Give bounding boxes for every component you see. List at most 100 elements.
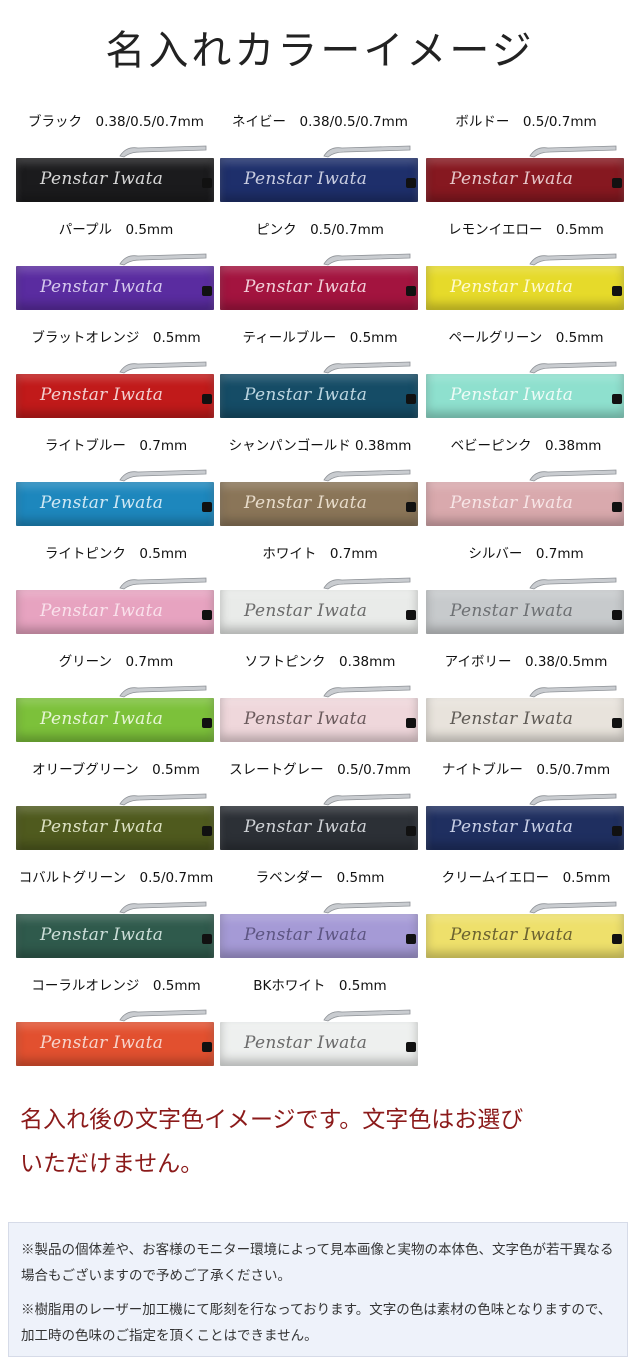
color-label: ペールグリーン 0.5mm <box>448 330 604 346</box>
pen-clip <box>529 793 617 806</box>
color-swatch: ライトブルー 0.7mm Penstar Iwata <box>16 434 216 532</box>
engraving-text: Penstar Iwata <box>450 169 574 189</box>
pen-clip <box>119 793 207 806</box>
pen-clip <box>323 577 411 590</box>
color-label: ラベンダー 0.5mm <box>255 870 385 886</box>
pen-clip <box>119 901 207 914</box>
color-label: オリーブグリーン 0.5mm <box>32 762 200 778</box>
pen-slot <box>202 718 212 728</box>
pen-slot <box>406 610 416 620</box>
pen-image: Penstar Iwata <box>16 361 214 421</box>
color-label: ネイビー 0.38/0.5/0.7mm <box>232 114 408 130</box>
pen-clip <box>529 685 617 698</box>
pen-slot <box>202 1042 212 1052</box>
engraving-text: Penstar Iwata <box>40 385 164 405</box>
color-swatch: ホワイト 0.7mm Penstar Iwata <box>220 542 420 640</box>
footnote: ※製品の個体差や、お客様のモニター環境によって見本画像と実物の本体色、文字色が若… <box>21 1242 614 1284</box>
engraving-text: Penstar Iwata <box>450 385 574 405</box>
color-label: アイボリー 0.38/0.5mm <box>444 654 608 670</box>
pen-slot <box>612 934 622 944</box>
pen-slot <box>406 934 416 944</box>
pen-image: Penstar Iwata <box>220 253 418 313</box>
pen-image: Penstar Iwata <box>426 577 624 637</box>
color-swatch: シルバー 0.7mm Penstar Iwata <box>426 542 626 640</box>
notice-text: 名入れ後の文字色イメージです。文字色はお選び いただけません。 <box>20 1098 630 1186</box>
color-label: ライトピンク 0.5mm <box>44 546 188 562</box>
color-swatch: ライトピンク 0.5mm Penstar Iwata <box>16 542 216 640</box>
color-swatch: ブラットオレンジ 0.5mm Penstar Iwata <box>16 326 216 424</box>
color-label: ナイトブルー 0.5/0.7mm <box>441 762 611 778</box>
pen-image: Penstar Iwata <box>16 145 214 205</box>
color-label: コーラルオレンジ 0.5mm <box>31 978 201 994</box>
engraving-text: Penstar Iwata <box>40 277 164 297</box>
engraving-text: Penstar Iwata <box>244 493 368 513</box>
pen-image: Penstar Iwata <box>220 685 418 745</box>
color-swatch: スレートグレー 0.5/0.7mm Penstar Iwata <box>220 758 420 856</box>
engraving-text: Penstar Iwata <box>244 169 368 189</box>
engraving-text: Penstar Iwata <box>244 1033 368 1053</box>
engraving-text: Penstar Iwata <box>40 601 164 621</box>
pen-clip <box>529 901 617 914</box>
color-label: ライトブルー 0.7mm <box>44 438 188 454</box>
pen-clip <box>323 901 411 914</box>
color-swatch: グリーン 0.7mm Penstar Iwata <box>16 650 216 748</box>
notice-line: 名入れ後の文字色イメージです。文字色はお選び <box>20 1107 524 1133</box>
engraving-text: Penstar Iwata <box>40 493 164 513</box>
pen-clip <box>323 253 411 266</box>
color-swatch: ベビーピンク 0.38mm Penstar Iwata <box>426 434 626 532</box>
color-swatch: ソフトピンク 0.38mm Penstar Iwata <box>220 650 420 748</box>
pen-slot <box>202 502 212 512</box>
color-label: クリームイエロー 0.5mm <box>441 870 611 886</box>
pen-slot <box>202 934 212 944</box>
color-label: ボルドー 0.5/0.7mm <box>455 114 597 130</box>
pen-clip <box>323 361 411 374</box>
pen-slot <box>612 178 622 188</box>
engraving-text: Penstar Iwata <box>40 169 164 189</box>
engraving-text: Penstar Iwata <box>450 709 574 729</box>
engraving-text: Penstar Iwata <box>244 925 368 945</box>
color-label: グリーン 0.7mm <box>58 654 174 670</box>
color-label: ティールブルー 0.5mm <box>242 330 398 346</box>
color-label: ピンク 0.5/0.7mm <box>256 222 384 238</box>
color-swatch: クリームイエロー 0.5mm Penstar Iwata <box>426 866 626 964</box>
color-label: シャンパンゴールド 0.38mm <box>228 438 412 454</box>
color-swatch: ナイトブルー 0.5/0.7mm Penstar Iwata <box>426 758 626 856</box>
pen-clip <box>323 793 411 806</box>
color-swatch: コバルトグリーン 0.5/0.7mm Penstar Iwata <box>16 866 216 964</box>
color-label: ソフトピンク 0.38mm <box>244 654 396 670</box>
pen-slot <box>612 610 622 620</box>
pen-image: Penstar Iwata <box>16 1009 214 1069</box>
pen-clip <box>323 1009 411 1022</box>
pen-clip <box>323 469 411 482</box>
pen-image: Penstar Iwata <box>16 685 214 745</box>
engraving-text: Penstar Iwata <box>40 817 164 837</box>
engraving-text: Penstar Iwata <box>244 277 368 297</box>
color-label: シルバー 0.7mm <box>468 546 584 562</box>
color-label: スレートグレー 0.5/0.7mm <box>229 762 411 778</box>
color-label: パープル 0.5mm <box>58 222 174 238</box>
pen-image: Penstar Iwata <box>16 577 214 637</box>
color-label: レモンイエロー 0.5mm <box>448 222 604 238</box>
color-label: コバルトグリーン 0.5/0.7mm <box>18 870 214 886</box>
engraving-text: Penstar Iwata <box>40 925 164 945</box>
color-swatch: シャンパンゴールド 0.38mm Penstar Iwata <box>220 434 420 532</box>
color-swatch: ボルドー 0.5/0.7mm Penstar Iwata <box>426 110 626 208</box>
pen-image: Penstar Iwata <box>426 685 624 745</box>
pen-slot <box>612 394 622 404</box>
pen-clip <box>119 577 207 590</box>
pen-clip <box>119 469 207 482</box>
pen-image: Penstar Iwata <box>220 1009 418 1069</box>
pen-image: Penstar Iwata <box>426 469 624 529</box>
engraving-text: Penstar Iwata <box>40 709 164 729</box>
engraving-text: Penstar Iwata <box>450 277 574 297</box>
pen-clip <box>529 253 617 266</box>
pen-image: Penstar Iwata <box>220 901 418 961</box>
page-title: 名入れカラーイメージ <box>105 28 535 74</box>
pen-slot <box>612 718 622 728</box>
color-swatch: ネイビー 0.38/0.5/0.7mm Penstar Iwata <box>220 110 420 208</box>
footnote-box: ※製品の個体差や、お客様のモニター環境によって見本画像と実物の本体色、文字色が若… <box>8 1222 628 1357</box>
pen-image: Penstar Iwata <box>426 361 624 421</box>
engraving-text: Penstar Iwata <box>40 1033 164 1053</box>
pen-slot <box>202 826 212 836</box>
pen-slot <box>202 178 212 188</box>
